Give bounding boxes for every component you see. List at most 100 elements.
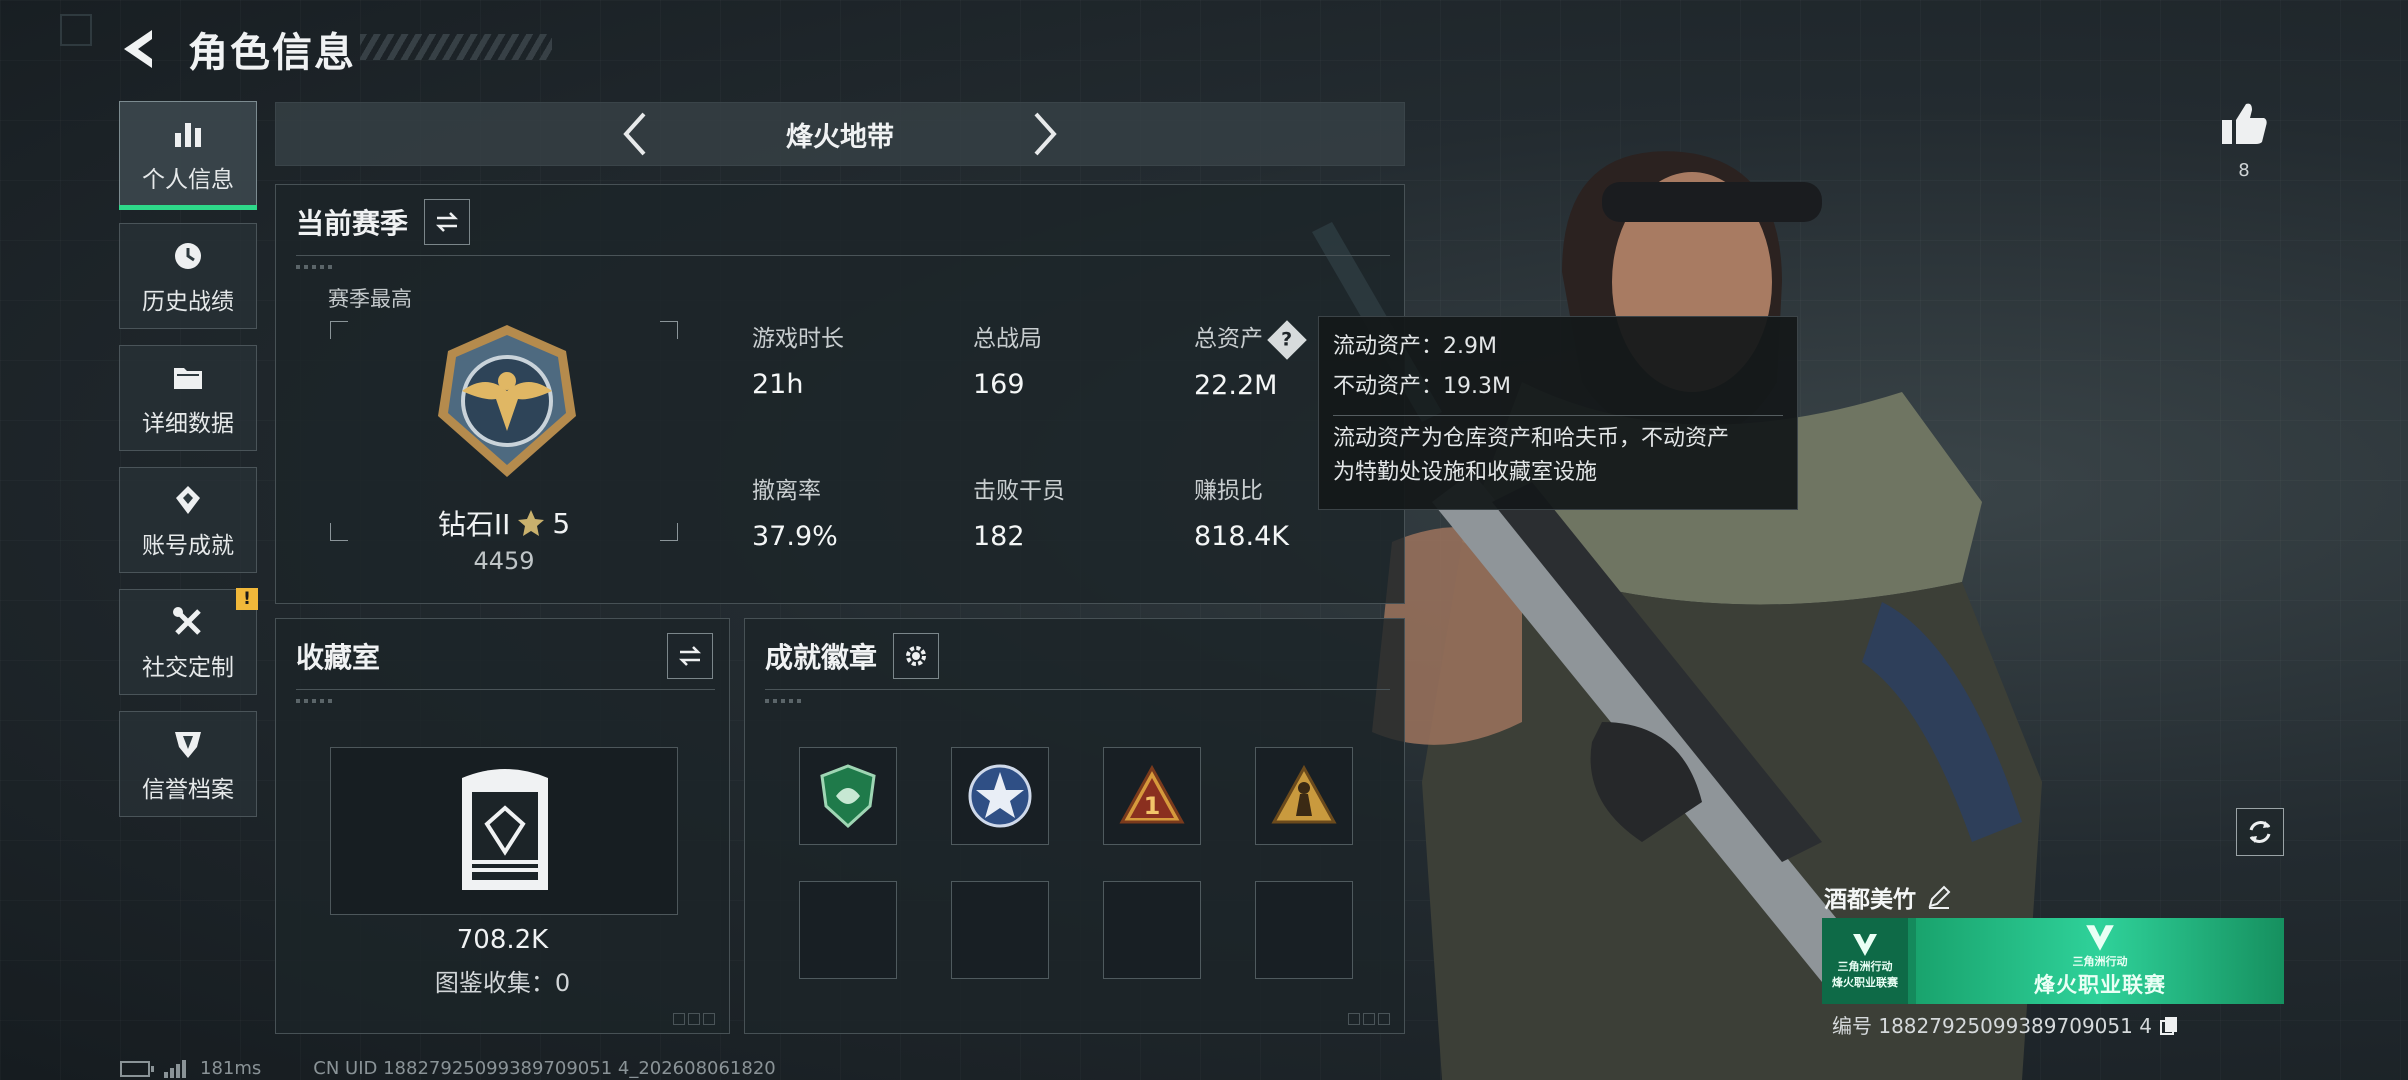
shield-icon xyxy=(168,724,208,764)
refresh-button[interactable] xyxy=(2236,808,2284,856)
game-mode-title: 烽火地带 xyxy=(786,121,894,153)
achievement-badges-panel: 成就徽章 1 xyxy=(744,618,1405,1034)
mode-prev-button[interactable] xyxy=(610,109,660,159)
green-shield-badge-icon xyxy=(820,764,876,829)
player-name: 酒都美竹 xyxy=(1824,887,1916,913)
stat-label: 总战局 xyxy=(973,326,1042,352)
stat-label: 游戏时长 xyxy=(752,326,844,352)
nav-item-social-custom[interactable]: ! 社交定制 xyxy=(119,588,258,695)
corner-decoration xyxy=(60,14,92,46)
rank-name-row: 钻石II 5 xyxy=(330,503,678,543)
badge-slot-empty[interactable] xyxy=(951,881,1049,979)
badge-slot-empty[interactable] xyxy=(799,881,897,979)
collection-switch-button[interactable] xyxy=(667,633,713,679)
assets-tooltip: 流动资产：2.9M 不动资产：19.3M 流动资产为仓库资产和哈夫币，不动资产 … xyxy=(1318,316,1798,510)
help-icon[interactable]: ? xyxy=(1267,319,1307,360)
badge-slot-empty[interactable] xyxy=(1255,881,1353,979)
back-arrow-icon xyxy=(124,30,152,68)
game-mode-selector: 烽火地带 xyxy=(275,102,1405,166)
gear-icon xyxy=(906,646,927,666)
nav-label: 详细数据 xyxy=(142,411,234,437)
stat-label-text: 总资产 xyxy=(1194,326,1263,352)
nav-item-personal-info[interactable]: 个人信息 xyxy=(119,101,257,210)
swap-icon xyxy=(678,646,702,666)
triangle-1-badge-icon: 1 xyxy=(1119,764,1185,824)
stat-label: 击败干员 xyxy=(973,478,1065,504)
rank-name: 钻石II xyxy=(437,508,511,541)
diamond-rank-emblem-icon xyxy=(438,325,576,477)
badge-slot[interactable] xyxy=(951,747,1049,845)
banner-small-text: 烽火职业联赛 xyxy=(1832,976,1898,989)
like-button[interactable] xyxy=(2216,96,2272,152)
collection-value: 708.2K xyxy=(456,925,549,955)
stat-value: 37.9% xyxy=(752,521,838,552)
stat-play-time: 游戏时长 21h xyxy=(752,319,844,400)
badge-slot-empty[interactable] xyxy=(1103,881,1201,979)
tools-icon xyxy=(168,602,208,642)
panel-header: 收藏室 xyxy=(296,633,713,679)
collection-title: 收藏室 xyxy=(296,641,381,674)
star-icon xyxy=(518,510,545,536)
badge-slot[interactable] xyxy=(799,747,897,845)
stat-total-matches: 总战局 169 xyxy=(973,319,1042,400)
league-logo-icon xyxy=(1853,934,1877,956)
season-switch-button[interactable] xyxy=(424,199,471,245)
player-name-row: 酒都美竹 xyxy=(1824,880,1952,914)
edit-pencil-icon[interactable] xyxy=(1926,884,1952,910)
squares-decoration xyxy=(673,1013,715,1025)
player-id: 编号 18827925099389709051 4 xyxy=(1832,1014,2152,1038)
bar-chart-icon xyxy=(168,114,208,154)
stat-kills: 击败干员 182 xyxy=(973,471,1065,552)
panel-divider xyxy=(296,255,1390,256)
help-icon-glyph: ? xyxy=(1281,328,1293,351)
stat-label: 赚损比 xyxy=(1194,478,1263,504)
squares-decoration xyxy=(1348,1013,1390,1025)
blue-star-badge-icon xyxy=(968,764,1032,828)
panel-divider xyxy=(765,689,1390,690)
tooltip-description-2: 为特勤处设施和收藏室设施 xyxy=(1333,460,1598,485)
page-title: 角色信息 xyxy=(188,30,356,76)
badges-title: 成就徽章 xyxy=(765,641,878,674)
triangle-soldier-badge-icon xyxy=(1271,764,1337,824)
mode-next-button[interactable] xyxy=(1020,109,1070,159)
copy-icon[interactable] xyxy=(2158,1014,2180,1036)
nav-item-detail-data[interactable]: 详细数据 xyxy=(119,345,257,451)
vault-display-icon xyxy=(462,769,548,890)
back-button[interactable] xyxy=(118,24,168,74)
folder-icon xyxy=(168,358,208,398)
dots-decoration xyxy=(296,699,336,703)
thumbs-up-icon xyxy=(2222,103,2267,144)
frame-corner xyxy=(330,321,348,339)
league-logo-icon xyxy=(2086,925,2114,951)
side-nav: 个人信息 历史战绩 详细数据 账号成就 ! 社交定制 信誉档案 xyxy=(119,101,258,833)
stat-label: 总资产? xyxy=(1194,319,1307,360)
stat-profit-loss: 赚损比 818.4K xyxy=(1194,471,1289,552)
league-logo-small: 三角洲行动 烽火职业联赛 xyxy=(1822,918,1908,1004)
badge-slot[interactable]: 1 xyxy=(1103,747,1201,845)
banner-small-sub: 三角洲行动 xyxy=(1837,960,1893,973)
stat-total-assets: 总资产? 22.2M xyxy=(1194,319,1307,401)
nav-item-achievements[interactable]: 账号成就 xyxy=(119,467,257,573)
banner-main-sub: 三角洲行动 xyxy=(2072,955,2128,968)
dots-decoration xyxy=(296,265,336,269)
badge-slot[interactable] xyxy=(1255,747,1353,845)
rank-stars: 5 xyxy=(552,506,571,540)
league-banner[interactable]: 三角洲行动 烽火职业联赛 三角洲行动 烽火职业联赛 xyxy=(1822,918,2284,1004)
uid-text: CN UID 18827925099389709051 4_2026080618… xyxy=(313,1058,776,1079)
badges-settings-button[interactable] xyxy=(893,633,940,679)
banner-main-text: 烽火职业联赛 xyxy=(2034,973,2166,997)
nav-item-history[interactable]: 历史战绩 xyxy=(119,223,257,329)
tooltip-fixed-assets: 不动资产：19.3M xyxy=(1333,374,1511,399)
nav-label: 账号成就 xyxy=(142,533,234,559)
signal-icon xyxy=(164,1059,186,1078)
stat-extraction-rate: 撤离率 37.9% xyxy=(752,471,838,552)
stat-value: 818.4K xyxy=(1194,521,1290,552)
rank-display: 钻石II 5 4459 xyxy=(330,321,678,575)
battery-icon xyxy=(120,1060,154,1077)
current-season-panel: 当前赛季 赛季最高 钻石II 5 4459 游戏时长 21h 总战局 169 总… xyxy=(275,184,1405,604)
nav-item-reputation[interactable]: 信誉档案 xyxy=(119,711,257,817)
collection-preview[interactable] xyxy=(330,747,678,915)
chevron-right-icon xyxy=(1034,112,1057,156)
status-bar: 181ms CN UID 18827925099389709051 4_2026… xyxy=(120,1058,776,1079)
panel-divider xyxy=(296,689,715,690)
